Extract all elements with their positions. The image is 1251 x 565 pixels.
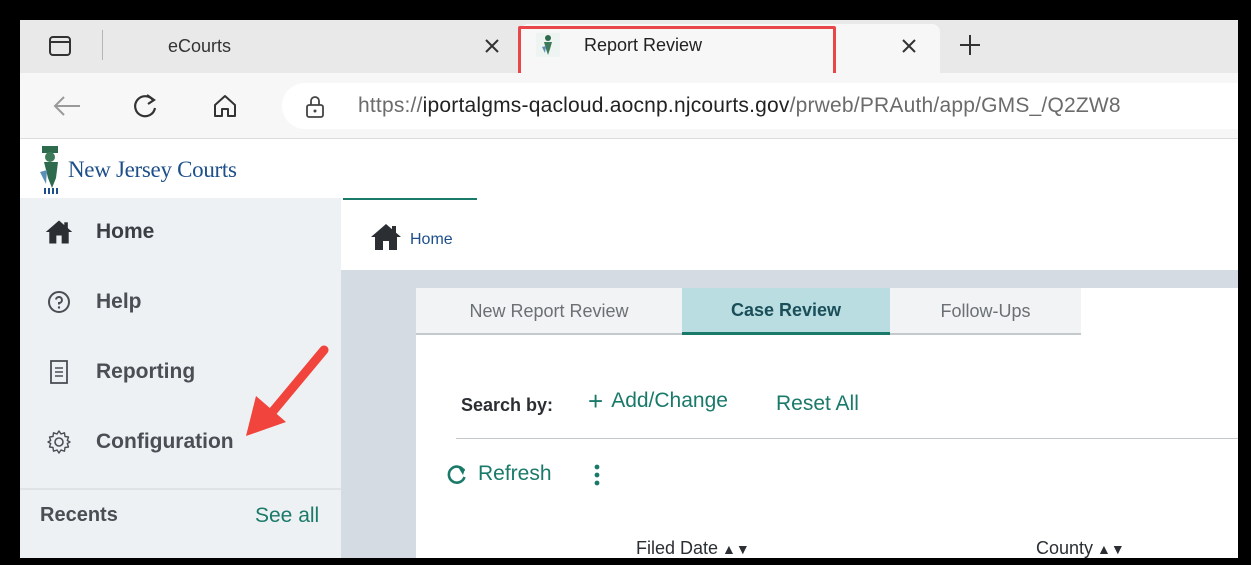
subtab-bar: New Report Review Case Review Follow-Ups — [416, 288, 1081, 335]
tab-label: Home — [410, 231, 453, 248]
sidebar-item-label: Help — [96, 290, 142, 313]
address-bar-row: https://iportalgms-qacloud.aocnp.njcourt… — [20, 73, 1238, 139]
sidebar-divider — [20, 488, 341, 490]
refresh-icon — [447, 465, 466, 484]
refresh-label: Refresh — [478, 462, 552, 485]
see-all-link[interactable]: See all — [255, 504, 319, 528]
home-icon — [44, 217, 74, 247]
sidebar-item-home[interactable]: Home — [20, 202, 341, 262]
column-label: County — [1036, 538, 1094, 558]
help-circle-icon — [44, 287, 74, 317]
main-tab-bar: Home — [341, 198, 1238, 270]
site-brand-name[interactable]: New Jersey Courts — [68, 157, 237, 183]
tab-ecourts[interactable]: eCourts — [108, 24, 518, 70]
home-outline-icon[interactable] — [208, 89, 242, 123]
site-header: New Jersey Courts — [20, 140, 1238, 198]
back-arrow-icon[interactable] — [50, 89, 84, 123]
tab-actions-icon[interactable] — [46, 32, 74, 60]
column-header-county[interactable]: County ▲▼ — [1036, 538, 1125, 558]
plus-icon: + — [588, 386, 604, 416]
add-change-label: Add/Change — [611, 389, 728, 412]
column-label: Filed Date — [636, 538, 719, 558]
search-by-label: Search by: — [461, 395, 554, 415]
sidebar-item-label: Configuration — [96, 430, 234, 453]
gear-icon — [44, 427, 74, 457]
tab-report-review[interactable]: Report Review — [520, 24, 940, 73]
main-strip — [341, 270, 1238, 288]
close-tab-icon[interactable] — [481, 35, 503, 57]
case-review-card: New Report Review Case Review Follow-Ups… — [416, 288, 1238, 558]
sidebar-item-label: Home — [96, 220, 155, 243]
home-icon — [368, 222, 404, 252]
url-field[interactable]: https://iportalgms-qacloud.aocnp.njcourt… — [282, 83, 1238, 129]
tab-strip: eCourts Report Review — [20, 20, 1238, 78]
lock-icon[interactable] — [304, 95, 326, 118]
column-header-filed-date[interactable]: Filed Date ▲▼ — [636, 538, 750, 558]
document-icon — [44, 357, 74, 387]
tab-home[interactable]: Home — [343, 198, 477, 270]
sidebar-item-help[interactable]: Help — [20, 272, 341, 332]
tab-title: eCourts — [168, 36, 232, 56]
new-tab-plus-icon[interactable] — [956, 31, 984, 59]
divider — [456, 438, 1238, 439]
recents-heading: Recents — [40, 504, 118, 526]
browser-window: eCourts Report Review https://iportalgms… — [20, 20, 1238, 558]
refresh-button[interactable]: Refresh — [446, 462, 552, 486]
tab-separator — [102, 30, 103, 60]
subtab-case-review[interactable]: Case Review — [682, 288, 890, 335]
toolbar-row: Refresh — [416, 448, 1238, 498]
tab-title: Report Review — [584, 35, 703, 55]
url-text: https://iportalgms-qacloud.aocnp.njcourt… — [358, 94, 1121, 117]
subtab-new-report-review[interactable]: New Report Review — [416, 288, 682, 335]
search-row: Search by: + Add/Change Reset All — [416, 378, 1238, 438]
nj-courts-logo-icon[interactable] — [38, 144, 68, 196]
add-change-button[interactable]: + Add/Change — [588, 388, 728, 414]
main-content: Home New Report Review Case Review Follo… — [341, 198, 1238, 558]
sort-icon: ▲▼ — [722, 541, 750, 557]
reload-icon[interactable] — [128, 89, 162, 123]
nj-courts-favicon-icon — [536, 33, 560, 57]
close-tab-icon[interactable] — [898, 35, 920, 57]
more-options-icon[interactable] — [590, 462, 604, 488]
sidebar-item-label: Reporting — [96, 360, 196, 383]
annotation-arrow-icon — [246, 345, 329, 436]
reset-all-button[interactable]: Reset All — [776, 392, 859, 416]
subtab-follow-ups[interactable]: Follow-Ups — [890, 288, 1081, 335]
sort-icon: ▲▼ — [1097, 541, 1125, 557]
